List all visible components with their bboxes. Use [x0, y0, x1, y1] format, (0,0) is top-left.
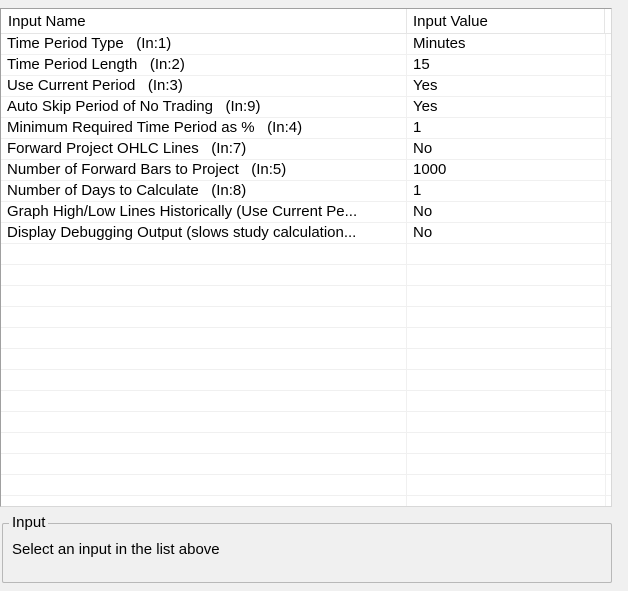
- input-name-cell: [1, 244, 406, 265]
- input-value-cell[interactable]: No: [407, 223, 605, 244]
- input-value-cell[interactable]: 15: [407, 55, 605, 76]
- input-value-cell[interactable]: No: [407, 202, 605, 223]
- empty-row: [1, 307, 611, 328]
- input-value-cell[interactable]: Minutes: [407, 34, 605, 55]
- empty-row: [1, 370, 611, 391]
- empty-row: [1, 496, 611, 506]
- input-value-cell: [407, 496, 605, 506]
- column-header-filler: [605, 9, 611, 34]
- input-value-cell: [407, 349, 605, 370]
- input-name-cell: [1, 433, 406, 454]
- input-name-cell: [1, 454, 406, 475]
- empty-row: [1, 244, 611, 265]
- list-rows: Time Period Type (In:1) Minutes Time Perio…: [1, 34, 611, 506]
- input-name-cell: Number of Forward Bars to Project (In:5): [7, 161, 287, 178]
- input-name-cell: [1, 307, 406, 328]
- empty-row: [1, 433, 611, 454]
- input-description: Select an input in the list above: [12, 541, 220, 558]
- input-name-cell: [1, 349, 406, 370]
- input-value-cell[interactable]: 1: [407, 118, 605, 139]
- input-name-cell: Display Debugging Output (slows study ca…: [7, 224, 357, 241]
- input-value-cell[interactable]: No: [407, 139, 605, 160]
- table-row[interactable]: Display Debugging Output (slows study ca…: [1, 223, 611, 244]
- empty-row: [1, 475, 611, 496]
- input-value-cell: [407, 307, 605, 328]
- input-value-cell: [407, 391, 605, 412]
- input-value-cell[interactable]: 1000: [407, 160, 605, 181]
- table-row[interactable]: Minimum Required Time Period as % (In:4)…: [1, 118, 611, 139]
- input-name-cell: [1, 328, 406, 349]
- table-row[interactable]: Time Period Type (In:1) Minutes: [1, 34, 611, 55]
- input-groupbox-title: Input: [9, 513, 49, 533]
- input-name-cell: [1, 286, 406, 307]
- table-row[interactable]: Time Period Length (In:2) 15: [1, 55, 611, 76]
- input-groupbox: Input Select an input in the list above: [2, 513, 612, 583]
- input-value-cell[interactable]: Yes: [407, 76, 605, 97]
- input-name-cell: Use Current Period (In:3): [7, 77, 183, 94]
- input-name-cell: Auto Skip Period of No Trading (In:9): [7, 98, 261, 115]
- table-row[interactable]: Number of Forward Bars to Project (In:5)…: [1, 160, 611, 181]
- list-header: Input Name Input Value: [1, 9, 611, 34]
- table-row[interactable]: Number of Days to Calculate (In:8) 1: [1, 181, 611, 202]
- empty-row: [1, 349, 611, 370]
- input-value-cell: [407, 370, 605, 391]
- input-value-cell: [407, 328, 605, 349]
- input-name-cell: [1, 265, 406, 286]
- empty-row: [1, 391, 611, 412]
- input-name-cell: Number of Days to Calculate (In:8): [7, 182, 247, 199]
- input-value-cell[interactable]: Yes: [407, 97, 605, 118]
- input-value-cell: [407, 265, 605, 286]
- inputs-list[interactable]: Input Name Input Value Time Period Type …: [0, 8, 612, 507]
- empty-row: [1, 265, 611, 286]
- input-name-cell: Time Period Type (In:1): [7, 35, 172, 52]
- input-name-cell: Minimum Required Time Period as % (In:4): [7, 119, 303, 136]
- empty-row: [1, 454, 611, 475]
- input-value-cell: [407, 433, 605, 454]
- input-name-cell: Forward Project OHLC Lines (In:7): [7, 140, 247, 157]
- input-value-cell: [407, 286, 605, 307]
- empty-row: [1, 328, 611, 349]
- input-name-cell: Time Period Length (In:2): [7, 56, 185, 73]
- table-row[interactable]: Use Current Period (In:3) Yes: [1, 76, 611, 97]
- empty-row: [1, 412, 611, 433]
- table-row[interactable]: Graph High/Low Lines Historically (Use C…: [1, 202, 611, 223]
- table-row[interactable]: Auto Skip Period of No Trading (In:9) Yes: [1, 97, 611, 118]
- input-name-cell: [1, 412, 406, 433]
- column-header-input-value[interactable]: Input Value: [407, 9, 605, 34]
- input-name-cell: Graph High/Low Lines Historically (Use C…: [7, 203, 358, 220]
- table-row[interactable]: Forward Project OHLC Lines (In:7) No: [1, 139, 611, 160]
- input-value-cell: [407, 412, 605, 433]
- input-name-cell: [1, 370, 406, 391]
- input-value-cell[interactable]: 1: [407, 181, 605, 202]
- input-value-cell: [407, 244, 605, 265]
- column-header-input-name[interactable]: Input Name: [1, 9, 407, 34]
- input-value-cell: [407, 475, 605, 496]
- input-value-cell: [407, 454, 605, 475]
- input-name-cell: [1, 496, 406, 506]
- input-name-cell: [1, 391, 406, 412]
- input-name-cell: [1, 475, 406, 496]
- empty-row: [1, 286, 611, 307]
